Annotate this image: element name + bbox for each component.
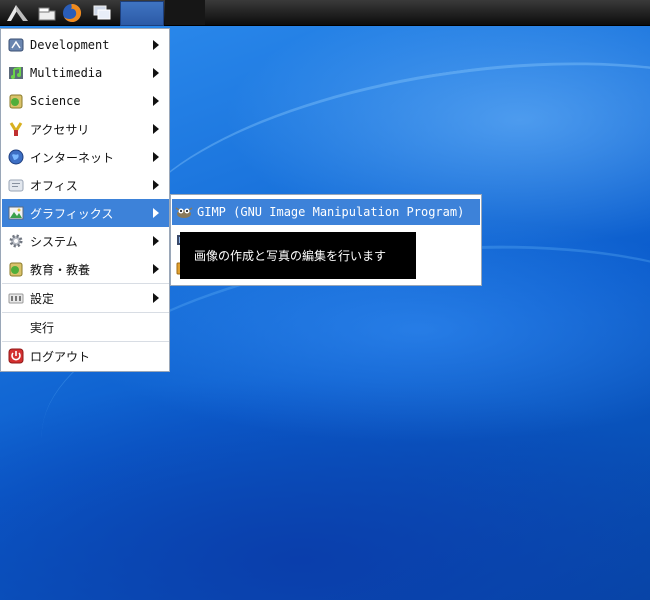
taskbar-button[interactable]	[120, 1, 164, 26]
menu-item-system[interactable]: システム	[2, 227, 169, 255]
top-panel	[0, 0, 650, 26]
menu-item-label: システム	[30, 234, 78, 249]
education-icon	[8, 261, 24, 277]
development-icon	[8, 37, 24, 53]
submenu-arrow-icon	[153, 180, 159, 190]
submenu-arrow-icon	[153, 293, 159, 303]
menu-item-label: Development	[30, 38, 110, 52]
menu-item-label: Science	[30, 94, 81, 108]
submenu-item-label: GIMP (GNU Image Manipulation Program)	[197, 205, 465, 219]
submenu-item-gimp[interactable]: GIMP (GNU Image Manipulation Program)	[172, 199, 480, 225]
menu-item-label: グラフィックス	[30, 206, 114, 221]
multimedia-icon	[8, 65, 24, 81]
menu-item-label: 設定	[30, 291, 55, 306]
menu-item-education[interactable]: 教育・教養	[2, 255, 169, 283]
menu-item-label: 実行	[30, 320, 55, 335]
accessories-icon	[8, 121, 24, 137]
terminal-button[interactable]	[36, 2, 58, 23]
submenu-arrow-icon	[153, 208, 159, 218]
menu-item-label: 教育・教養	[30, 262, 91, 277]
science-icon	[8, 93, 24, 109]
submenu-arrow-icon	[153, 236, 159, 246]
menu-item-office[interactable]: オフィス	[2, 171, 169, 199]
menu-item-multimedia[interactable]: Multimedia	[2, 59, 169, 87]
menu-item-label: オフィス	[30, 178, 78, 193]
menu-item-settings[interactable]: 設定	[2, 284, 169, 312]
office-icon	[8, 177, 24, 193]
firefox-button[interactable]	[60, 2, 84, 23]
graphics-icon	[8, 205, 24, 221]
windows-icon	[93, 5, 111, 19]
firefox-icon	[63, 3, 82, 22]
lxde-menu-button[interactable]	[2, 2, 32, 23]
show-desktop-button[interactable]	[90, 2, 114, 23]
menu-item-graphics[interactable]: グラフィックス	[2, 199, 169, 227]
menu-item-label: Multimedia	[30, 66, 103, 80]
panel-spacer	[165, 0, 205, 25]
submenu-arrow-icon	[153, 68, 159, 78]
menu-item-label: インターネット	[30, 150, 115, 165]
logout-icon	[8, 348, 24, 364]
menu-item-label: ログアウト	[30, 349, 91, 364]
menu-item-internet[interactable]: インターネット	[2, 143, 169, 171]
tooltip: 画像の作成と写真の編集を行います	[180, 232, 416, 279]
submenu-arrow-icon	[153, 152, 159, 162]
submenu-arrow-icon	[153, 264, 159, 274]
gimp-icon	[175, 204, 193, 220]
application-menu: Development Multimedia Science アクセサリ インタ…	[0, 28, 170, 372]
system-icon	[8, 233, 24, 249]
terminal-icon	[38, 7, 56, 20]
settings-icon	[8, 290, 24, 306]
internet-icon	[8, 149, 24, 165]
submenu-arrow-icon	[153, 96, 159, 106]
menu-item-label: アクセサリ	[30, 122, 90, 137]
tooltip-text: 画像の作成と写真の編集を行います	[194, 249, 387, 263]
submenu-arrow-icon	[153, 40, 159, 50]
menu-item-accessories[interactable]: アクセサリ	[2, 115, 169, 143]
menu-item-science[interactable]: Science	[2, 87, 169, 115]
menu-item-run[interactable]: 実行	[2, 313, 169, 341]
menu-item-logout[interactable]: ログアウト	[2, 342, 169, 370]
lxde-menu-icon	[7, 4, 28, 21]
menu-item-development[interactable]: Development	[2, 31, 169, 59]
submenu-arrow-icon	[153, 124, 159, 134]
